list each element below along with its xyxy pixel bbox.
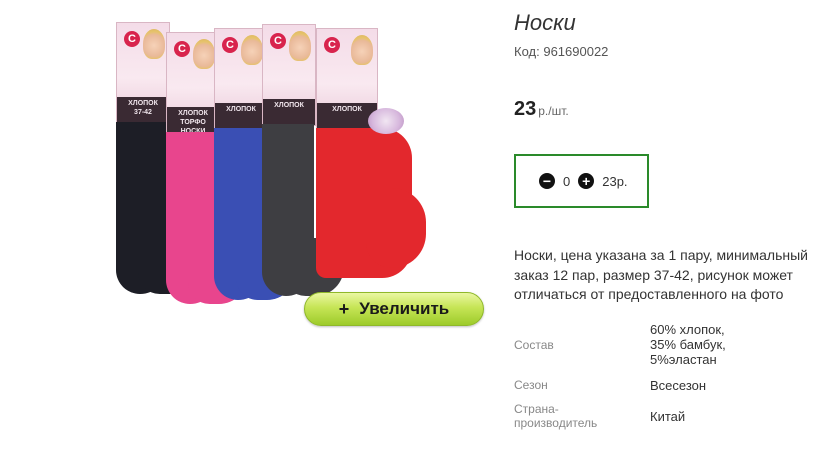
bow-decoration bbox=[368, 108, 404, 134]
price-unit: р./шт. bbox=[538, 104, 569, 118]
zoom-label: Увеличить bbox=[359, 299, 450, 318]
properties-table: Состав 60% хлопок, 35% бамбук, 5%эластан… bbox=[514, 320, 730, 431]
property-row: Сезон Всесезон bbox=[514, 369, 730, 401]
property-name: Состав bbox=[514, 337, 554, 352]
property-value: Китай bbox=[650, 408, 686, 424]
minus-icon[interactable]: − bbox=[539, 173, 555, 189]
quantity-sum: 23р. bbox=[602, 173, 628, 189]
product-code-label: Код: bbox=[514, 44, 540, 59]
product-title: Носки bbox=[514, 10, 576, 35]
plus-icon: + bbox=[338, 298, 350, 319]
property-name: Сезон bbox=[514, 378, 548, 392]
property-row: Страна-производитель Китай bbox=[514, 401, 730, 431]
quantity-value: 0 bbox=[563, 173, 571, 189]
product-price: 23 р./шт. bbox=[514, 98, 569, 121]
product-code: Код: 961690022 bbox=[514, 44, 608, 59]
product-code-value: 961690022 bbox=[543, 44, 609, 59]
price-value: 23 bbox=[514, 98, 537, 120]
plus-circle-icon[interactable]: + bbox=[578, 173, 595, 189]
property-name: Страна-производитель bbox=[514, 402, 598, 430]
zoom-button[interactable]: + Увеличить bbox=[304, 292, 484, 326]
property-value: 60% хлопок, 35% бамбук, 5%эластан bbox=[650, 322, 726, 367]
product-image[interactable]: C ХЛОПОК37-42 C ХЛОПОКТОРФО НОСКИ C ХЛОП… bbox=[100, 22, 440, 322]
quantity-stepper: − 0 + 23р. bbox=[514, 154, 649, 208]
property-value: Всесезон bbox=[650, 377, 707, 393]
product-description: Носки, цена указана за 1 пару, минимальн… bbox=[514, 247, 808, 302]
property-row: Состав 60% хлопок, 35% бамбук, 5%эластан bbox=[514, 320, 730, 369]
